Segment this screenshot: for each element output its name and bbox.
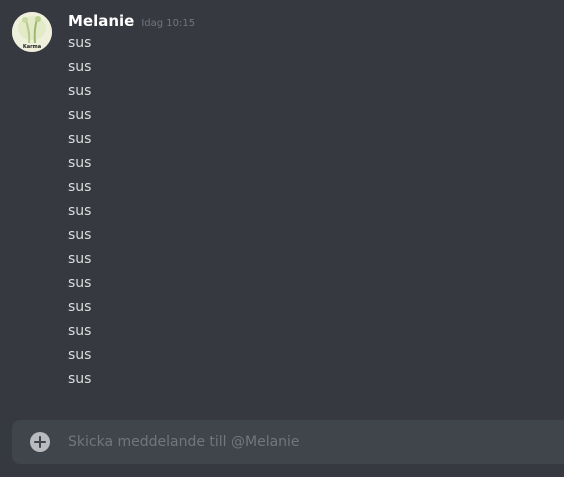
avatar[interactable]: Karma bbox=[12, 12, 52, 52]
message-header: Melanie Idag 10:15 bbox=[68, 10, 195, 32]
chat-window: Karma Melanie Idag 10:15 sus sus sus sus… bbox=[0, 0, 564, 477]
message-composer bbox=[12, 420, 564, 464]
message-text: sus bbox=[68, 203, 92, 219]
message-text: sus bbox=[68, 347, 92, 363]
message-group: Karma Melanie Idag 10:15 sus sus sus sus… bbox=[0, 0, 564, 420]
message-text: sus bbox=[68, 227, 92, 243]
message-text: sus bbox=[68, 275, 92, 291]
message-text: sus bbox=[68, 371, 92, 387]
message-input[interactable] bbox=[68, 420, 564, 464]
message-text: sus bbox=[68, 59, 92, 75]
username[interactable]: Melanie bbox=[68, 10, 134, 32]
message-text: sus bbox=[68, 155, 92, 171]
message-list: sus sus sus sus sus sus sus sus sus sus … bbox=[68, 32, 91, 392]
message-text: sus bbox=[68, 131, 92, 147]
message-text: sus bbox=[68, 83, 92, 99]
message-text: sus bbox=[68, 35, 92, 51]
avatar-caption: Karma bbox=[23, 44, 41, 50]
plus-circle-icon[interactable] bbox=[30, 432, 50, 452]
message-text: sus bbox=[68, 323, 92, 339]
message-text: sus bbox=[68, 251, 92, 267]
message-text: sus bbox=[68, 179, 92, 195]
avatar-image: Karma bbox=[12, 12, 52, 52]
message-text: sus bbox=[68, 299, 92, 315]
message-text: sus bbox=[68, 107, 92, 123]
timestamp: Idag 10:15 bbox=[141, 18, 196, 29]
